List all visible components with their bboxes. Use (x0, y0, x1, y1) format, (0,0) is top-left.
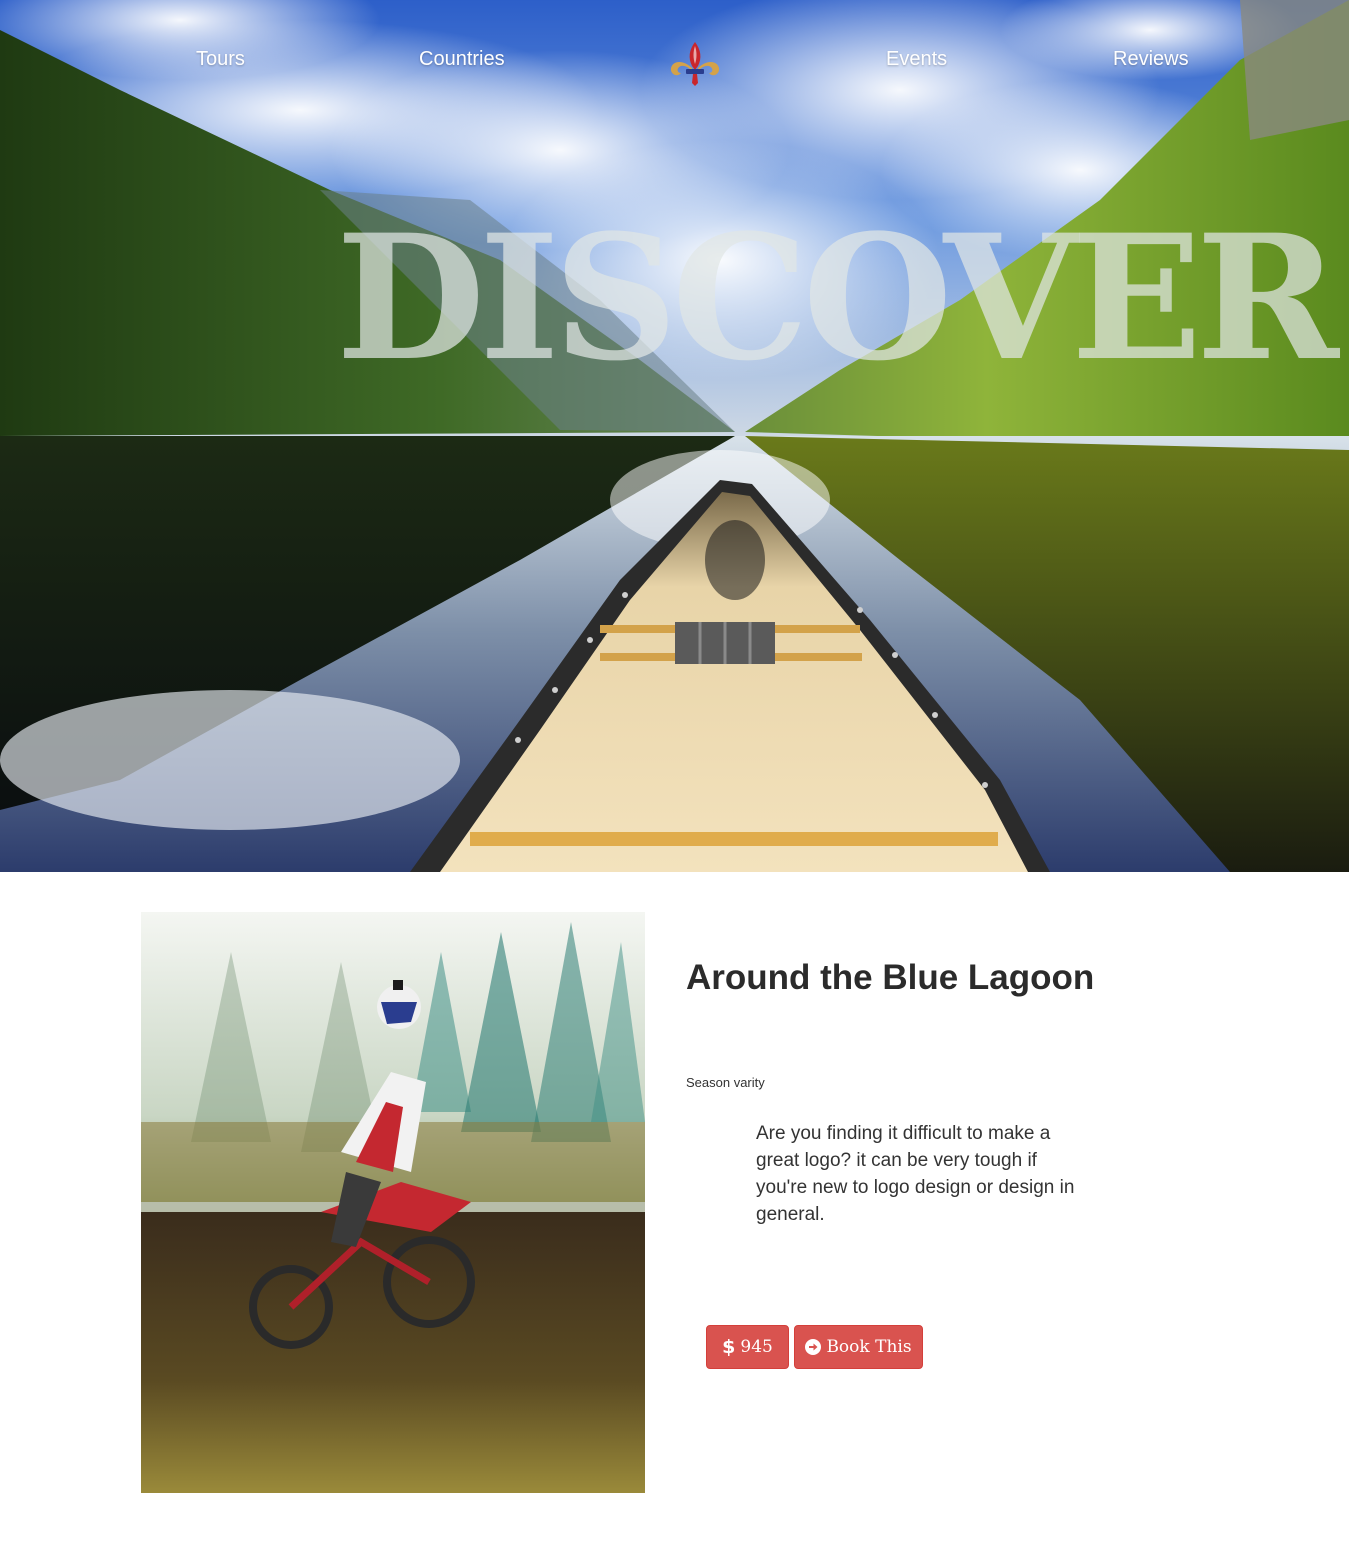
book-this-label: Book This (826, 1337, 912, 1357)
nav-link-events[interactable]: Events (886, 48, 947, 71)
hero-section: Tours Countries Events Reviews DISCOVER (0, 0, 1349, 872)
main-navigation: Tours Countries Events Reviews (0, 0, 1349, 120)
hero-background-image (0, 0, 1349, 872)
hero-title: DISCOVER (336, 196, 1339, 399)
book-this-button[interactable]: Book This (794, 1325, 923, 1369)
price-button[interactable]: $ 945 (706, 1325, 789, 1369)
nav-link-reviews[interactable]: Reviews (1113, 48, 1189, 71)
dollar-icon: $ (722, 1336, 736, 1358)
nav-link-tours[interactable]: Tours (196, 48, 245, 71)
tour-title: Around the Blue Lagoon (686, 958, 1095, 997)
price-value: 945 (740, 1337, 773, 1357)
tour-image (141, 912, 645, 1493)
arrow-circle-right-icon (805, 1339, 822, 1355)
tour-description: Are you finding it difficult to make a g… (756, 1123, 1075, 1225)
fleur-de-lis-icon[interactable] (668, 40, 722, 86)
nav-link-countries[interactable]: Countries (419, 48, 505, 71)
tour-season: Season varity (686, 1075, 765, 1090)
